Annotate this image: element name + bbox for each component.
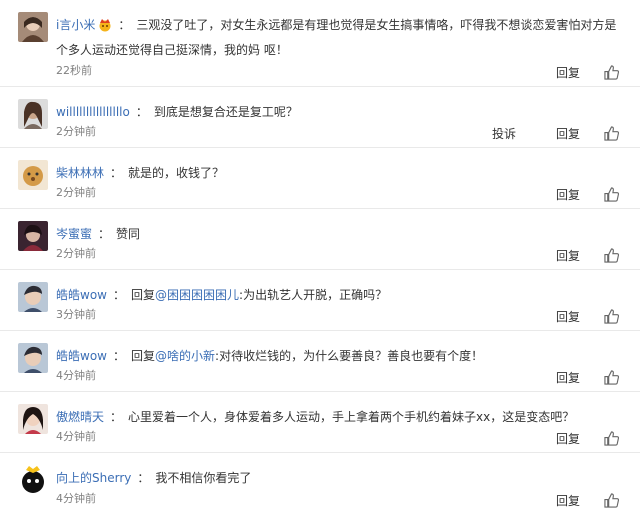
reply-mention[interactable]: @啥的小新 <box>155 349 215 363</box>
comment-colon: ： <box>118 18 131 32</box>
like-icon[interactable] <box>602 491 620 509</box>
comment-username[interactable]: willllllllllllllllo <box>56 105 130 119</box>
comment-item: willllllllllllllllo ： 到底是想复合还是复工呢？ 2分钟前 投诉… <box>0 87 640 148</box>
avatar[interactable] <box>18 221 48 251</box>
comment-colon: ： <box>135 105 148 119</box>
avatar[interactable] <box>18 282 48 312</box>
like-icon[interactable] <box>602 63 620 81</box>
comment-content: 岑蜜蜜 ： 赞同 <box>56 223 622 245</box>
comment-actions: 回复 <box>556 429 620 447</box>
comment-item: 皓皓wow：回复@困困困困困儿:为出轨艺人开脱，正确吗？ 3分钟前 回复 <box>0 270 640 331</box>
comment-time: 2分钟前 <box>56 186 96 199</box>
comment-time: 4分钟前 <box>56 369 96 382</box>
comment-username[interactable]: 皓皓wow <box>56 349 107 363</box>
like-icon[interactable] <box>602 124 620 142</box>
comment-time: 4分钟前 <box>56 430 96 443</box>
comment-text: 我不相信你看完了 <box>155 471 252 485</box>
comment-actions: 回复 <box>556 246 620 264</box>
avatar[interactable] <box>18 12 48 42</box>
comment-text: :为出轨艺人开脱，正确吗？ <box>239 288 388 302</box>
comment-actions: 回复 <box>556 63 620 81</box>
comment-content: 皓皓wow ： 回复@啥的小新:对待收烂钱的，为什么要善良？善良也要有个度！ <box>56 345 622 367</box>
like-icon[interactable] <box>602 185 620 203</box>
comment-actions: 投诉 回复 <box>492 124 620 142</box>
comment-time: 4分钟前 <box>56 492 96 505</box>
comment-text: 到底是想复合还是复工呢？ <box>153 105 298 119</box>
avatar[interactable] <box>18 99 48 129</box>
reply-button[interactable]: 回复 <box>556 308 580 325</box>
comment-actions: 回复 <box>556 368 620 386</box>
comment-actions: 回复 <box>556 491 620 509</box>
avatar[interactable] <box>18 160 48 190</box>
comment-content: 向上的Sherry ： 我不相信你看完了 <box>56 467 622 489</box>
comment-username[interactable]: i言小米 <box>56 18 95 32</box>
like-icon[interactable] <box>602 429 620 447</box>
comment-time: 22秒前 <box>56 64 92 77</box>
comment-username[interactable]: 柴林林林 <box>56 166 104 180</box>
avatar[interactable] <box>18 343 48 373</box>
reply-prefix: 回复 <box>131 349 156 363</box>
reply-button[interactable]: 回复 <box>556 492 580 509</box>
comment-text: 三观没了吐了，对女生永远都是有理也觉得是女生搞事情咯，吓得我不想谈恋爱害怕对方是… <box>56 18 617 57</box>
comment-list: i言小米：三观没了吐了，对女生永远都是有理也觉得是女生搞事情咯，吓得我不想谈恋爱… <box>0 0 640 514</box>
comment-text: 就是的，收钱了？ <box>128 166 225 180</box>
comment-colon: ： <box>98 227 111 241</box>
comment-content: willllllllllllllllo ： 到底是想复合还是复工呢？ <box>56 101 622 123</box>
comment-colon: ： <box>137 471 150 485</box>
comment-item: 岑蜜蜜 ： 赞同 2分钟前 回复 <box>0 209 640 270</box>
comment-username[interactable]: 皓皓wow <box>56 288 107 302</box>
reply-button[interactable]: 回复 <box>556 186 580 203</box>
reply-button[interactable]: 回复 <box>556 247 580 264</box>
comment-content: 皓皓wow ： 回复@困困困困困儿:为出轨艺人开脱，正确吗？ <box>56 284 622 306</box>
comment-username[interactable]: 傲燃晴天 <box>56 410 104 424</box>
comment-colon: ： <box>110 166 123 180</box>
comment-colon: ： <box>112 349 125 363</box>
comment-time: 2分钟前 <box>56 247 96 260</box>
report-button[interactable]: 投诉 <box>492 125 516 142</box>
comment-item: 傲燃晴天 ： 心里爱着一个人，身体爱着多人运动，手上拿着两个手机约着妹子xx，这是变… <box>0 392 640 453</box>
comment-username[interactable]: 向上的Sherry <box>56 471 131 485</box>
comment-content: 柴林林林 ： 就是的，收钱了？ <box>56 162 622 184</box>
comment-actions: 回复 <box>556 307 620 325</box>
reply-button[interactable]: 回复 <box>556 64 580 81</box>
reply-button[interactable]: 回复 <box>556 430 580 447</box>
like-icon[interactable] <box>602 307 620 325</box>
comment-time: 2分钟前 <box>56 125 96 138</box>
like-icon[interactable] <box>602 246 620 264</box>
comment-actions: 回复 <box>556 185 620 203</box>
comment-username[interactable]: 岑蜜蜜 <box>56 227 92 241</box>
comment-text: :对待收烂钱的，为什么要善良？善良也要有个度！ <box>215 349 484 363</box>
comment-item: 皓皓wow：回复@啥的小新:对待收烂钱的，为什么要善良？善良也要有个度！ 4分钟… <box>0 331 640 392</box>
reply-button[interactable]: 回复 <box>556 125 580 142</box>
reply-mention[interactable]: @困困困困困儿 <box>155 288 239 302</box>
reply-prefix: 回复 <box>131 288 156 302</box>
crown-face-icon <box>98 17 112 39</box>
comment-item: i言小米 ：三观没了吐了，对女生永远都是有理也觉得是女生搞事情咯，吓得我不想谈恋爱… <box>0 0 640 87</box>
comment-text: 赞同 <box>116 227 141 241</box>
comment-colon: ： <box>112 288 125 302</box>
comment-colon: ： <box>110 410 123 424</box>
comment-time: 3分钟前 <box>56 308 96 321</box>
comment-item: 向上的Sherry ： 我不相信你看完了 4分钟前 回复 <box>0 453 640 514</box>
comment-text: 心里爱着一个人，身体爱着多人运动，手上拿着两个手机约着妹子xx，这是变态吧？ <box>128 410 575 424</box>
comment-content: 傲燃晴天 ： 心里爱着一个人，身体爱着多人运动，手上拿着两个手机约着妹子xx，这是变… <box>56 406 622 428</box>
comment-item: 柴林林林 ： 就是的，收钱了？ 2分钟前 回复 <box>0 148 640 209</box>
avatar[interactable] <box>18 465 48 495</box>
avatar[interactable] <box>18 404 48 434</box>
like-icon[interactable] <box>602 368 620 386</box>
reply-button[interactable]: 回复 <box>556 369 580 386</box>
comment-content: i言小米 ：三观没了吐了，对女生永远都是有理也觉得是女生搞事情咯，吓得我不想谈恋爱… <box>56 14 622 61</box>
